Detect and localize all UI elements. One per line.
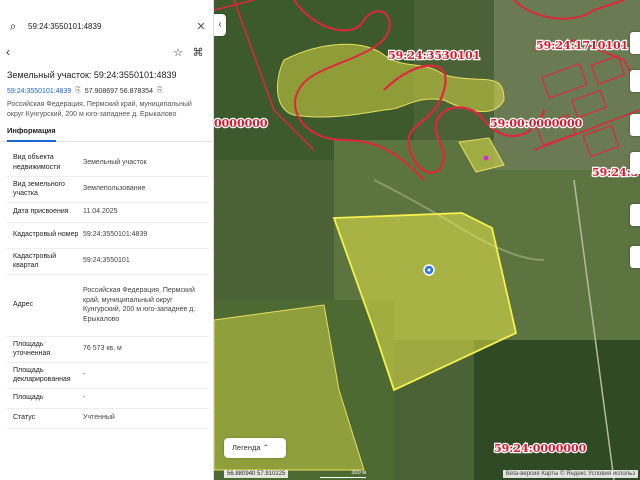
info-value: 59:24:3550101:4839 <box>81 222 209 249</box>
cad-number-link[interactable]: 59:24:3550101:4839 <box>7 88 71 95</box>
map-control-button[interactable] <box>630 32 640 54</box>
info-value: Российская Федерация, Пермский край, мун… <box>81 274 209 337</box>
credits-text[interactable]: Карты © Яндекс Условия использ <box>541 471 635 477</box>
info-label: Статус <box>7 408 81 429</box>
info-row: Дата присвоения 11.04.2025 <box>7 202 209 223</box>
info-label: Кадастровый квартал <box>7 248 81 275</box>
map-control-button[interactable] <box>630 70 640 92</box>
map-view[interactable]: 59:24:3530101 59:24:1710101 59:00:000000… <box>214 0 640 480</box>
info-row: Площадь декларированная - <box>7 362 209 389</box>
back-icon[interactable]: ‹ <box>6 45 22 59</box>
search-bar[interactable]: ⌕ 59:24:3550101:4839 ✕ <box>4 14 208 38</box>
sidebar-panel: ⌕ 59:24:3550101:4839 ✕ ‹ ☆ ⌘ Земельный у… <box>0 0 214 480</box>
info-label: Площадь декларированная <box>7 362 81 389</box>
info-row: Кадастровый номер 59:24:3550101:4839 <box>7 222 209 249</box>
copy-icon[interactable]: ⎘ <box>157 87 163 95</box>
forest-area-south <box>474 340 640 480</box>
share-icon[interactable]: ⌘ <box>188 46 208 59</box>
info-row: Адрес Российская Федерация, Пермский край… <box>7 274 209 337</box>
cadastral-label: 59:00:0000000 <box>490 117 583 130</box>
id-row: 59:24:3550101:4839 ⎘ 57.908697 56.878354… <box>7 87 163 95</box>
info-label: Дата присвоения <box>7 202 81 223</box>
scale-bar: 300 м <box>320 470 366 478</box>
info-label: Вид земельного участка <box>7 176 81 203</box>
map-status-bar: 56.880940 57.910225 300 м Beta-версия Ка… <box>214 469 640 480</box>
zoom-in-button[interactable] <box>630 204 640 226</box>
info-label: Адрес <box>7 274 81 337</box>
poi-dot <box>483 155 489 161</box>
info-row: Площадь уточненная 76 573 кв. м <box>7 336 209 363</box>
info-row: Статус Учтенный <box>7 408 209 429</box>
info-value: 11.04.2025 <box>81 202 209 223</box>
beta-label: Beta-версия <box>505 471 540 477</box>
tab-bar: Информация <box>0 126 213 142</box>
info-label: Площадь уточненная <box>7 336 81 363</box>
coordinates-text: 57.908697 56.878354 <box>84 87 153 95</box>
map-credits: Beta-версия Карты © Яндекс Условия испол… <box>502 470 638 478</box>
info-value: 59:24:3550101 <box>81 248 209 275</box>
info-label: Кадастровый номер <box>7 222 81 249</box>
cadastral-label: 59:24:0000000 <box>494 442 587 455</box>
search-icon: ⌕ <box>9 18 17 33</box>
zoom-out-button[interactable] <box>630 246 640 268</box>
map-control-button[interactable] <box>630 114 640 136</box>
map-control-button[interactable] <box>630 152 640 174</box>
location-marker-icon[interactable] <box>423 264 435 276</box>
address-text: Российская Федерация, Пермский край, мун… <box>7 101 192 118</box>
search-input[interactable]: 59:24:3550101:4839 <box>22 22 194 31</box>
copy-icon[interactable]: ⎘ <box>75 87 81 95</box>
cadastral-label: 0000000 <box>214 117 268 130</box>
legend-button[interactable]: Легенда ⌃ <box>224 438 286 458</box>
info-row: Вид объекта недвижимости Земельный участо… <box>7 150 209 177</box>
info-value: - <box>81 362 209 389</box>
chevron-up-icon: ⌃ <box>262 443 269 452</box>
info-value: Учтенный <box>81 408 209 429</box>
info-value: 76 573 кв. м <box>81 336 209 363</box>
info-label: Площадь <box>7 388 81 409</box>
cadastral-label: 59:24:3530101 <box>388 49 480 62</box>
map-canvas[interactable]: 59:24:3530101 59:24:1710101 59:00:000000… <box>214 0 640 480</box>
clear-icon[interactable]: ✕ <box>194 20 208 33</box>
legend-label: Легенда <box>232 443 261 452</box>
info-row: Площадь - <box>7 388 209 409</box>
star-icon[interactable]: ☆ <box>168 46 188 59</box>
app-window: ⌕ 59:24:3550101:4839 ✕ ‹ ☆ ⌘ Земельный у… <box>0 0 640 480</box>
info-value: Землепользование <box>81 176 209 203</box>
collapse-sidebar-button[interactable]: ‹ <box>214 14 226 36</box>
cadastral-label: 59:24:1710101 <box>536 39 628 52</box>
info-value: - <box>81 388 209 409</box>
tab-info[interactable]: Информация <box>7 126 56 142</box>
info-row: Вид земельного участка Землепользование <box>7 176 209 203</box>
info-table: Вид объекта недвижимости Земельный участо… <box>7 150 209 429</box>
info-value: Земельный участок <box>81 150 209 177</box>
nav-row: ‹ ☆ ⌘ <box>6 44 208 60</box>
page-title: Земельный участок: 59:24:3550101:4839 <box>7 70 177 80</box>
info-row: Кадастровый квартал 59:24:3550101 <box>7 248 209 275</box>
info-label: Вид объекта недвижимости <box>7 150 81 177</box>
cursor-coordinates: 56.880940 57.910225 <box>224 470 289 478</box>
